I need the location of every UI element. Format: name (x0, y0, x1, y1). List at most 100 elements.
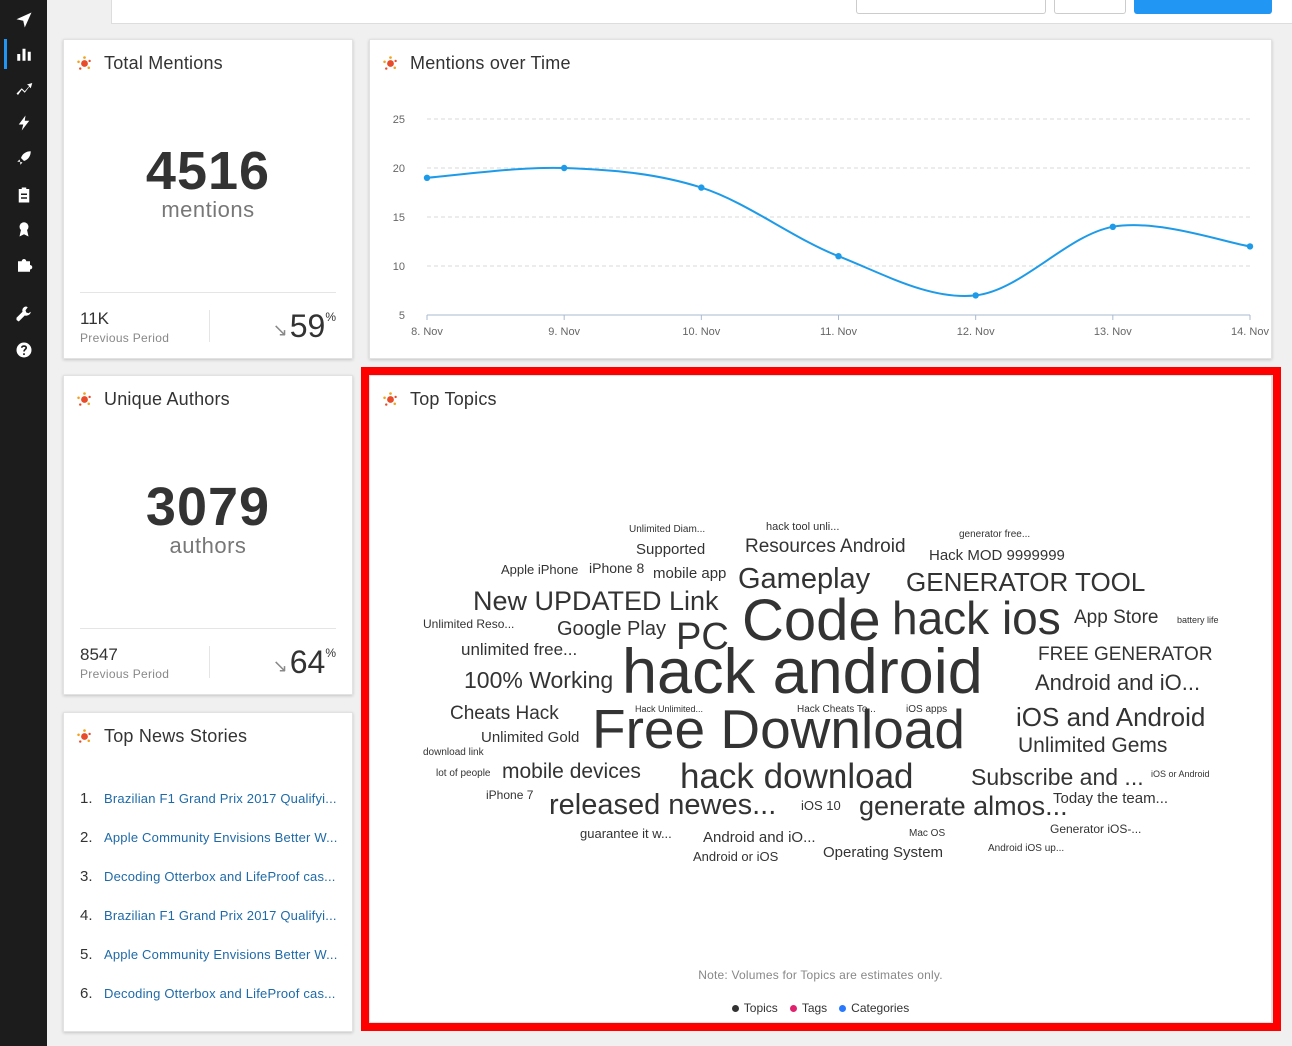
news-link[interactable]: Decoding Otterbox and LifeProof cas... (104, 986, 344, 1001)
data-point (698, 184, 705, 191)
topic-word[interactable]: battery life (1177, 616, 1219, 625)
question-icon (16, 342, 31, 358)
sidebar-item-help[interactable] (0, 333, 47, 367)
sidebar-item-integrations[interactable] (0, 248, 47, 282)
topic-word[interactable]: unlimited free... (461, 641, 577, 658)
topic-word[interactable]: Unlimited Diam... (629, 525, 705, 535)
news-item: 1. Brazilian F1 Grand Prix 2017 Qualifyi.… (80, 779, 350, 818)
news-link[interactable]: Apple Community Envisions Better W... (104, 947, 344, 962)
news-number: 5. (80, 946, 93, 963)
topic-word[interactable]: Free Download (592, 702, 965, 757)
change-unit: % (325, 310, 336, 324)
topic-word[interactable]: Unlimited Gems (1018, 735, 1167, 756)
sidebar-item-settings[interactable] (0, 297, 47, 331)
topic-word[interactable]: hack ios (892, 595, 1061, 641)
topic-word[interactable]: hack android (622, 641, 983, 704)
divider (80, 292, 336, 293)
topic-word[interactable]: lot of people (436, 769, 491, 779)
sidebar-item-trends[interactable] (0, 72, 47, 106)
topic-word[interactable]: Supported (636, 542, 705, 557)
news-item: 6. Decoding Otterbox and LifeProof cas... (80, 974, 350, 1013)
topic-word[interactable]: Apple iPhone (501, 563, 578, 576)
topic-word[interactable]: New UPDATED Link (473, 588, 719, 615)
topic-word[interactable]: Subscribe and ... (971, 766, 1144, 789)
legend-item-topics[interactable]: Topics (731, 1001, 778, 1015)
total-mentions-value: 4516 (145, 141, 271, 201)
sidebar-item-reports[interactable] (0, 178, 47, 212)
topic-word[interactable]: mobile app (653, 566, 726, 581)
news-item: 3. Decoding Otterbox and LifeProof cas... (80, 857, 350, 896)
x-tick-label: 10. Nov (682, 326, 720, 338)
change-value: 59 (289, 308, 326, 344)
news-link[interactable]: Brazilian F1 Grand Prix 2017 Qualifyi... (104, 791, 344, 806)
topic-word[interactable]: Unlimited Gold (481, 730, 579, 745)
legend-label: Tags (801, 1001, 828, 1015)
legend-item-tags[interactable]: Tags (789, 1001, 828, 1015)
topic-word[interactable]: Today the team... (1053, 791, 1168, 806)
previous-period-label: Previous Period (80, 667, 170, 681)
date-range-field[interactable] (856, 0, 1046, 14)
news-item: 4. Brazilian F1 Grand Prix 2017 Qualifyi.… (80, 896, 350, 935)
rocket-icon (16, 151, 31, 165)
topic-word[interactable]: App Store (1074, 608, 1159, 627)
topic-word[interactable]: download link (423, 748, 484, 758)
topic-word[interactable]: Hack MOD 9999999 (929, 548, 1065, 563)
topic-word[interactable]: iOS and Android (1016, 704, 1205, 730)
x-tick-label: 11. Nov (820, 326, 858, 338)
arrow-down-right-icon: ↘ (272, 656, 288, 676)
topic-word[interactable]: Android or iOS (693, 850, 778, 863)
topic-word[interactable]: iPhone 7 (486, 789, 533, 801)
sidebar-item-alerts[interactable] (0, 106, 47, 140)
topic-word[interactable]: Google Play (557, 619, 666, 639)
bar-chart-icon (16, 48, 31, 61)
divider (80, 628, 336, 629)
legend-dot (839, 1004, 847, 1012)
card-title: Top News Stories (104, 726, 248, 746)
topic-word[interactable]: Resources Android (745, 537, 906, 556)
topic-word[interactable]: Cheats Hack (450, 704, 559, 723)
legend-dot (731, 1004, 739, 1012)
kpi-separator (209, 310, 210, 342)
sidebar-item-launch[interactable] (0, 141, 47, 175)
trending-up-icon (16, 83, 32, 95)
sidebar-item-analytics[interactable] (0, 37, 47, 71)
mentions-line-chart: 5 10 15 20 25 8. Nov 9. Nov 10. Nov 11. Nov 12. N… (393, 114, 1270, 338)
change-unit: % (325, 646, 336, 660)
topic-word[interactable]: Mac OS (909, 829, 945, 839)
change-indicator: ↘ 59 % (273, 308, 336, 345)
topic-word[interactable]: hack tool unli... (766, 522, 839, 533)
topic-word[interactable]: Operating System (823, 845, 943, 860)
news-link[interactable]: Decoding Otterbox and LifeProof cas... (104, 869, 344, 884)
topic-word[interactable]: Unlimited Reso... (423, 618, 514, 630)
sidebar-item-awards[interactable] (0, 212, 47, 246)
topic-word[interactable]: mobile devices (502, 761, 641, 782)
legend-item-categories[interactable]: Categories (839, 1001, 909, 1015)
topic-word[interactable]: guarantee it w... (580, 827, 672, 840)
topic-word[interactable]: iPhone 8 (589, 561, 644, 575)
previous-period-label: Previous Period (80, 331, 170, 345)
sidebar (0, 0, 47, 1046)
topics-note: Note: Volumes for Topics are estimates o… (698, 968, 943, 982)
topic-word[interactable]: Android and iO... (703, 830, 816, 845)
topic-word[interactable]: FREE GENERATOR (1038, 645, 1213, 664)
top-topics-card: Top Topics Unlimited Diam... hack tool un… (369, 375, 1272, 1023)
topic-word[interactable]: iOS 10 (801, 799, 841, 812)
toolbar-primary-button[interactable] (1134, 0, 1272, 14)
news-link[interactable]: Brazilian F1 Grand Prix 2017 Qualifyi... (104, 908, 344, 923)
topic-word[interactable]: iOS or Android (1151, 770, 1210, 779)
card-header: Top News Stories (76, 726, 247, 747)
topic-word[interactable]: released newes... (549, 791, 776, 820)
mentions-over-time-card: Mentions over Time 5 10 15 20 25 8. Nov 9. Nov… (369, 39, 1272, 359)
news-link[interactable]: Apple Community Envisions Better W... (104, 830, 344, 845)
topic-word[interactable]: generate almos... (859, 793, 1068, 820)
topic-word[interactable]: generator free... (959, 530, 1030, 540)
toolbar-option-button[interactable] (1054, 0, 1126, 14)
card-header: Unique Authors (76, 389, 230, 410)
data-point (1246, 243, 1254, 250)
topic-word[interactable]: Android and iO... (1035, 672, 1200, 694)
sidebar-item-publish[interactable] (0, 3, 47, 37)
unique-authors-card: Unique Authors 3079 authors 8547 Previou… (63, 375, 353, 695)
topic-word[interactable]: Generator iOS-... (1050, 823, 1141, 835)
topic-word[interactable]: Android iOS up... (988, 844, 1064, 854)
topic-word[interactable]: 100% Working (464, 669, 613, 692)
